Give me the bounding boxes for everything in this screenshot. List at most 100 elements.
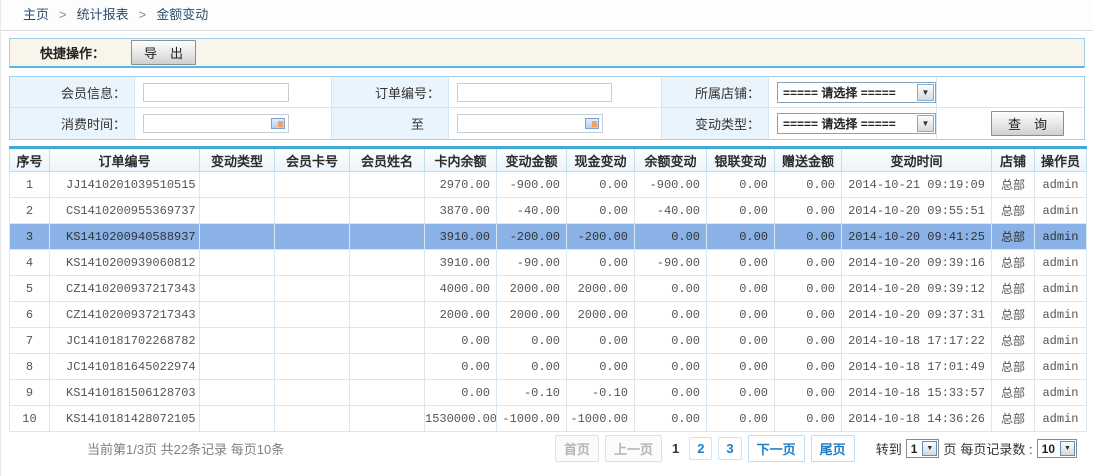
table-row[interactable]: 7JC14101817022687820.000.000.000.000.000… (10, 328, 1087, 354)
chevron-down-icon: ▼ (922, 441, 937, 456)
column-header: 变动金额 (497, 148, 567, 172)
cell: 0.00 (775, 250, 842, 276)
pagination-bar: 当前第1/3页 共22条记录 每页10条 首页 上一页 1 2 3 下一页 尾页… (1, 432, 1093, 465)
page-2-button[interactable]: 2 (689, 437, 712, 460)
cell (350, 172, 425, 198)
table-row[interactable]: 2CS14102009553697373870.00-40.000.00-40.… (10, 198, 1087, 224)
table-row[interactable]: 9KS14101815061287030.00-0.10-0.100.000.0… (10, 380, 1087, 406)
first-page-button[interactable]: 首页 (555, 435, 599, 462)
table-row[interactable]: 4KS14102009390608123910.00-90.000.00-90.… (10, 250, 1087, 276)
cell (275, 406, 350, 432)
table-row[interactable]: 5CZ14102009372173434000.002000.002000.00… (10, 276, 1087, 302)
cell: 总部 (992, 354, 1035, 380)
cell: 0.00 (707, 172, 775, 198)
cell: admin (1035, 250, 1087, 276)
table-row[interactable]: 1JJ14102010395105152970.00-900.000.00-90… (10, 172, 1087, 198)
page-size-label: 每页记录数 : (960, 439, 1032, 458)
column-header: 会员卡号 (275, 148, 350, 172)
cell (200, 302, 275, 328)
cell: 0.00 (425, 328, 497, 354)
cell: CZ1410200937217343 (50, 276, 200, 302)
cell: 3910.00 (425, 224, 497, 250)
cell (200, 276, 275, 302)
cell: 总部 (992, 406, 1035, 432)
calendar-icon[interactable] (271, 118, 285, 129)
cell: admin (1035, 224, 1087, 250)
cell (200, 380, 275, 406)
consume-time-end-input[interactable] (457, 114, 603, 133)
export-button[interactable]: 导 出 (131, 40, 196, 65)
prev-page-button[interactable]: 上一页 (605, 435, 662, 462)
cell: 0.00 (707, 276, 775, 302)
change-type-select-value: ===== 请选择 ===== (778, 115, 916, 132)
breadcrumb-separator: > (139, 7, 147, 22)
column-header: 序号 (10, 148, 50, 172)
cell: 0.00 (775, 172, 842, 198)
cell (275, 380, 350, 406)
cell: 0.00 (567, 328, 635, 354)
member-info-input[interactable] (143, 83, 289, 102)
calendar-icon[interactable] (585, 118, 599, 129)
table-row[interactable]: 8JC14101816450229740.000.000.000.000.000… (10, 354, 1087, 380)
order-no-input[interactable] (457, 83, 612, 102)
cell: 2014-10-20 09:55:51 (842, 198, 992, 224)
cell: 0.00 (635, 224, 707, 250)
breadcrumb-home[interactable]: 主页 (23, 7, 49, 22)
cell (275, 250, 350, 276)
change-type-select[interactable]: ===== 请选择 ===== ▼ (777, 113, 936, 134)
query-button[interactable]: 查 询 (991, 111, 1064, 136)
cell: 总部 (992, 328, 1035, 354)
cell: admin (1035, 354, 1087, 380)
page-1-current: 1 (668, 438, 683, 459)
table-body: 1JJ14102010395105152970.00-900.000.00-90… (10, 172, 1087, 432)
consume-time-start-input[interactable] (143, 114, 289, 133)
cell: 0.00 (425, 380, 497, 406)
goto-page-select[interactable]: 1 ▼ (906, 439, 940, 458)
cell: 0.00 (635, 406, 707, 432)
cell: 7 (10, 328, 50, 354)
column-header: 会员姓名 (350, 148, 425, 172)
cell (200, 198, 275, 224)
cell: 0.00 (775, 354, 842, 380)
breadcrumb-reports[interactable]: 统计报表 (77, 7, 129, 22)
cell: JJ1410201039510515 (50, 172, 200, 198)
cell: 2014-10-21 09:19:09 (842, 172, 992, 198)
cell: 2000.00 (497, 276, 567, 302)
last-page-button[interactable]: 尾页 (811, 435, 855, 462)
cell: 0.00 (567, 354, 635, 380)
cell: 0.00 (775, 328, 842, 354)
cell: 4 (10, 250, 50, 276)
cell: admin (1035, 328, 1087, 354)
breadcrumb: 主页>统计报表>金额变动 (1, 0, 1093, 31)
cell: CZ1410200937217343 (50, 302, 200, 328)
cell: 0.00 (635, 354, 707, 380)
cell (200, 406, 275, 432)
cell: 0.00 (635, 302, 707, 328)
cell: 0.00 (775, 276, 842, 302)
table-row[interactable]: 10KS14101814280721051530000.00-1000.00-1… (10, 406, 1087, 432)
cell (200, 250, 275, 276)
cell: 总部 (992, 250, 1035, 276)
cell: -200.00 (567, 224, 635, 250)
store-select[interactable]: ===== 请选择 ===== ▼ (777, 82, 936, 103)
goto-page-value: 1 (907, 442, 922, 456)
chevron-down-icon: ▼ (917, 84, 934, 101)
page-size-select[interactable]: 10 ▼ (1037, 439, 1077, 458)
cell: 总部 (992, 224, 1035, 250)
store-select-value: ===== 请选择 ===== (778, 84, 916, 101)
amount-change-table: 序号订单编号变动类型会员卡号会员姓名卡内余额变动金额现金变动余额变动银联变动赠送… (9, 146, 1087, 432)
pagination-summary: 当前第1/3页 共22条记录 每页10条 (87, 439, 284, 458)
quick-ops-label: 快捷操作： (40, 43, 105, 62)
amount-change-report-page: 主页>统计报表>金额变动 快捷操作： 导 出 会员信息： 订单编号： 所属店铺：… (0, 0, 1093, 476)
cell: KS1410200939060812 (50, 250, 200, 276)
column-header: 操作员 (1035, 148, 1087, 172)
cell: -900.00 (635, 172, 707, 198)
table-row[interactable]: 6CZ14102009372173432000.002000.002000.00… (10, 302, 1087, 328)
next-page-button[interactable]: 下一页 (748, 435, 805, 462)
goto-controls: 转到 1 ▼ 页 每页记录数 : 10 ▼ (874, 439, 1079, 458)
breadcrumb-separator: > (59, 7, 67, 22)
table-row[interactable]: 3KS14102009405889373910.00-200.00-200.00… (10, 224, 1087, 250)
cell: 总部 (992, 302, 1035, 328)
page-3-button[interactable]: 3 (718, 437, 741, 460)
cell: 9 (10, 380, 50, 406)
